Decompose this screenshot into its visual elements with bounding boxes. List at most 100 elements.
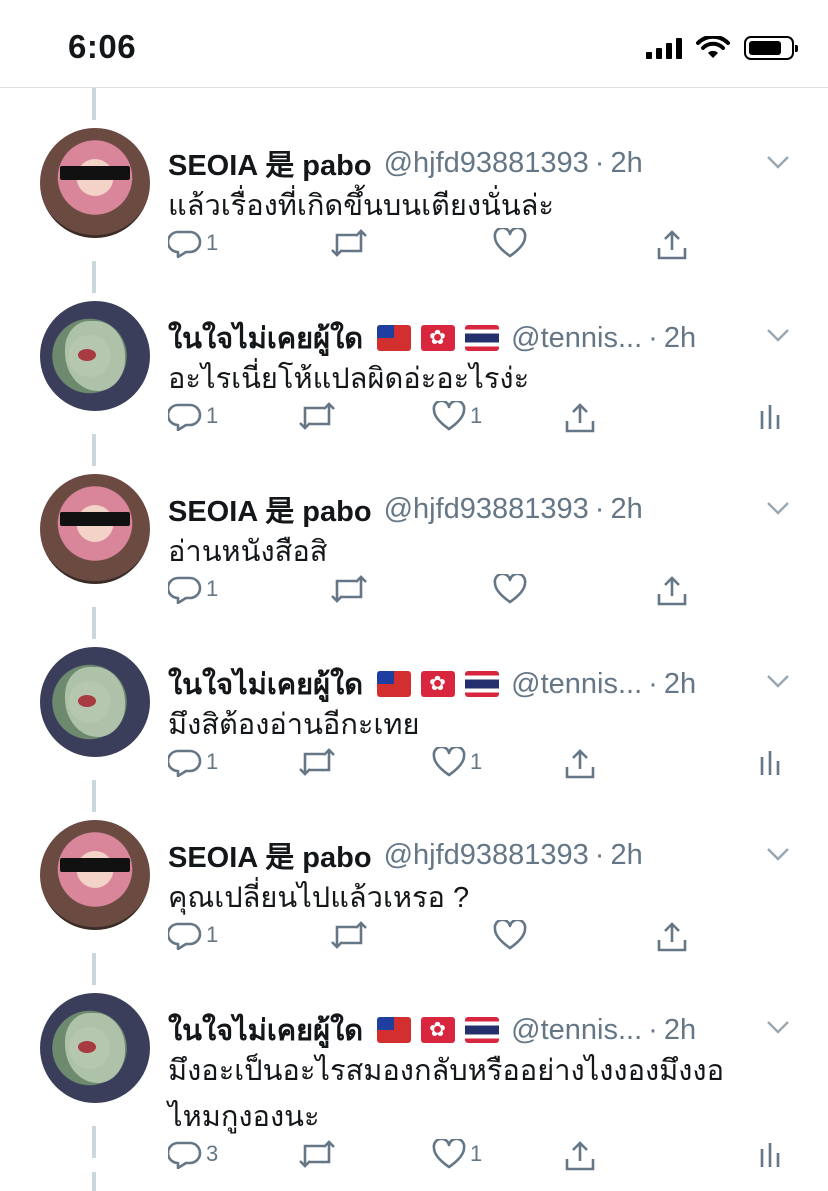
action-count: 1: [470, 403, 483, 428]
avatar[interactable]: [40, 820, 150, 930]
reply-button[interactable]: 1: [168, 747, 218, 777]
share-icon: [655, 228, 689, 262]
status-bar: 6:06: [0, 0, 828, 88]
heart-button[interactable]: 1: [432, 1139, 482, 1169]
tweet[interactable]: ในใจไม่เคยผู้ใด @tennis...·2h อะไรเนี่ยโห้…: [0, 301, 828, 474]
analytics-button[interactable]: [758, 747, 782, 777]
share-button[interactable]: [563, 1139, 597, 1173]
heart-icon: [493, 920, 527, 950]
share-button[interactable]: [563, 747, 597, 781]
author-handle[interactable]: @tennis...: [511, 668, 642, 701]
chevron-down-icon[interactable]: [766, 842, 790, 866]
heart-button[interactable]: [493, 574, 527, 604]
action-count: 1: [206, 922, 219, 947]
avatar[interactable]: [40, 128, 150, 238]
tweet[interactable]: SEOIA 是 pabo @hjfd93881393 · 2h แล้วเรื่องที…: [0, 128, 828, 301]
retweet-icon: [330, 228, 368, 258]
chevron-down-icon[interactable]: [766, 150, 790, 174]
tweet-actions: 1: [168, 574, 808, 614]
tweet[interactable]: SEOIA 是 pabo @hjfd93881393 · 2h คุณเปลี่ยนไป…: [0, 820, 828, 993]
avatar[interactable]: [40, 301, 150, 411]
author-flags: [377, 671, 500, 697]
author-name[interactable]: SEOIA 是 pabo: [168, 834, 372, 876]
avatar[interactable]: [40, 993, 150, 1103]
tweet[interactable]: ในใจไม่เคยผู้ใด @tennis...·2h มึงสิต้องอ่า…: [0, 647, 828, 820]
avatar[interactable]: [40, 474, 150, 584]
action-count: 3: [206, 1141, 219, 1166]
author-name[interactable]: ในใจไม่เคยผู้ใด: [168, 1007, 363, 1053]
avatar-sunglasses: [60, 858, 130, 872]
tweet-time[interactable]: 2h: [610, 839, 642, 872]
tweet-time[interactable]: 2h: [610, 493, 642, 526]
share-button[interactable]: [655, 920, 689, 954]
reply-icon: [168, 1139, 202, 1169]
separator-dot: ·: [594, 492, 605, 525]
author-handle[interactable]: @tennis...: [511, 322, 642, 355]
retweet-icon: [298, 401, 336, 431]
hong-kong-flag-icon: [421, 1017, 456, 1043]
tweet-time[interactable]: 2h: [610, 147, 642, 180]
heart-icon: [432, 1139, 466, 1169]
author-handle[interactable]: @hjfd93881393: [384, 839, 589, 872]
reply-button[interactable]: 1: [168, 228, 218, 258]
hong-kong-flag-icon: [421, 671, 456, 697]
analytics-icon: [758, 1139, 782, 1169]
retweet-button[interactable]: [330, 228, 368, 258]
author-handle[interactable]: @hjfd93881393: [384, 493, 589, 526]
author-flags: [377, 1017, 500, 1043]
battery-icon: [744, 36, 798, 60]
author-name[interactable]: ในใจไม่เคยผู้ใด: [168, 661, 363, 707]
share-button[interactable]: [655, 574, 689, 608]
retweet-button[interactable]: [298, 401, 336, 431]
analytics-button[interactable]: [758, 1139, 782, 1169]
reply-button[interactable]: 1: [168, 920, 218, 950]
taiwan-flag-icon: [377, 671, 412, 697]
tweet-time[interactable]: 2h: [664, 1014, 696, 1047]
avatar[interactable]: [40, 647, 150, 757]
reply-icon: [168, 920, 202, 950]
retweet-icon: [298, 747, 336, 777]
chevron-down-icon[interactable]: [766, 496, 790, 520]
share-button[interactable]: [563, 401, 597, 435]
share-button[interactable]: [655, 228, 689, 262]
share-icon: [655, 574, 689, 608]
chevron-down-icon[interactable]: [766, 323, 790, 347]
action-count: 1: [206, 749, 219, 774]
author-name[interactable]: SEOIA 是 pabo: [168, 488, 372, 530]
retweet-button[interactable]: [330, 574, 368, 604]
tweet-text: อะไรเนี่ยโห้แปลผิดอ่ะอะไรง่ะ: [168, 363, 530, 395]
chevron-down-icon[interactable]: [766, 669, 790, 693]
reply-button[interactable]: 1: [168, 401, 218, 431]
separator-dot: ·: [648, 1013, 658, 1046]
retweet-button[interactable]: [298, 747, 336, 777]
retweet-button[interactable]: [298, 1139, 336, 1169]
author-name[interactable]: SEOIA 是 pabo: [168, 142, 372, 184]
tweet[interactable]: ในใจไม่เคยผู้ใด @tennis...·2h มึงอะเป็นอะไ…: [0, 993, 828, 1171]
author-handle[interactable]: @hjfd93881393: [384, 147, 589, 180]
avatar-sunglasses: [60, 166, 130, 180]
tweet-actions: 1: [168, 920, 808, 960]
author-name[interactable]: ในใจไม่เคยผู้ใด: [168, 315, 363, 361]
tweet[interactable]: SEOIA 是 pabo @hjfd93881393 · 2h อ่านหนังสือส…: [0, 474, 828, 647]
tweet-time[interactable]: 2h: [664, 668, 696, 701]
tweet-time[interactable]: 2h: [664, 322, 696, 355]
hong-kong-flag-icon: [421, 325, 456, 351]
author-flags: [377, 325, 500, 351]
heart-button[interactable]: 1: [432, 401, 482, 431]
heart-icon: [493, 228, 527, 258]
taiwan-flag-icon: [377, 325, 412, 351]
retweet-button[interactable]: [330, 920, 368, 950]
heart-button[interactable]: [493, 228, 527, 258]
heart-button[interactable]: 1: [432, 747, 482, 777]
signal-icon: [646, 37, 682, 59]
chevron-down-icon[interactable]: [766, 1015, 790, 1039]
heart-button[interactable]: [493, 920, 527, 950]
reply-button[interactable]: 1: [168, 574, 218, 604]
author-handle[interactable]: @tennis...: [511, 1014, 642, 1047]
retweet-icon: [298, 1139, 336, 1169]
reply-button[interactable]: 3: [168, 1139, 218, 1169]
analytics-button[interactable]: [758, 401, 782, 431]
tweet-text: มึงสิต้องอ่านอีกะเทย: [168, 709, 420, 741]
status-time: 6:06: [68, 28, 137, 65]
tweet-actions: 31: [168, 1139, 808, 1179]
